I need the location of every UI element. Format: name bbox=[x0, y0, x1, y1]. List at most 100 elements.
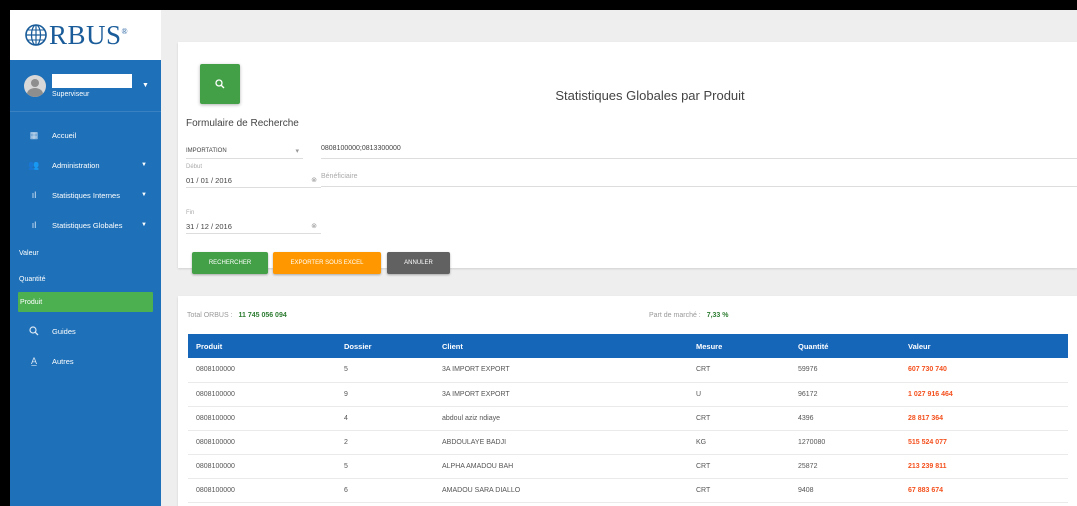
cell-valeur: 515 524 077 bbox=[900, 430, 1068, 455]
date-fin-field[interactable]: Fin 31 / 12 / 2016 ⊗ bbox=[186, 210, 321, 234]
cell-produit: 0808100000 bbox=[188, 406, 336, 431]
logo-registered-mark: ® bbox=[121, 26, 129, 36]
caret-down-icon[interactable]: ▼ bbox=[142, 82, 149, 89]
exporter-excel-button[interactable]: EXPORTER SOUS EXCEL bbox=[273, 252, 381, 274]
cell-dossier: 6 bbox=[336, 478, 434, 503]
cell-client: ABDOULAYE BADJI bbox=[434, 430, 688, 455]
cell-produit: 0808100000 bbox=[188, 478, 336, 503]
bar-chart-icon: ıl bbox=[31, 220, 37, 230]
sidebar-item-statistiques-internes[interactable]: ıl Statistiques Internes ▼ bbox=[10, 180, 161, 210]
cell-valeur: 67 883 674 bbox=[900, 478, 1068, 503]
date-fin-value: 31 / 12 / 2016 bbox=[186, 222, 232, 231]
caret-down-icon: ▼ bbox=[141, 222, 147, 228]
sidebar: RBUS® Superviseur ▼ ▦ Accueil 👥 Administ… bbox=[10, 10, 161, 506]
column-header-client[interactable]: Client bbox=[434, 334, 688, 358]
cell-mesure: CRT bbox=[688, 478, 790, 503]
sidebar-item-accueil[interactable]: ▦ Accueil bbox=[10, 120, 161, 150]
cell-client: AMADOU SARA DIALLO bbox=[434, 478, 688, 503]
cell-dossier: 5 bbox=[336, 454, 434, 479]
user-role: Superviseur bbox=[52, 90, 90, 98]
column-header-produit[interactable]: Produit bbox=[188, 334, 336, 358]
type-select[interactable]: IMPORTATION ▾ bbox=[186, 144, 303, 159]
table-row[interactable]: 0808100000 6 AMADOU SARA DIALLO CRT 9408… bbox=[188, 478, 1068, 503]
results-card: Total ORBUS : 11 745 056 094 Part de mar… bbox=[178, 296, 1077, 506]
beneficiaire-input[interactable]: Bénéficiaire bbox=[321, 170, 1077, 187]
column-header-valeur[interactable]: Valeur bbox=[900, 334, 1068, 358]
date-debut-label: Début bbox=[186, 164, 203, 170]
cell-produit: 0808100000 bbox=[188, 454, 336, 479]
users-icon: 👥 bbox=[28, 159, 40, 170]
cell-client: ALPHA AMADOU BAH bbox=[434, 454, 688, 479]
cell-dossier: 2 bbox=[336, 430, 434, 455]
sidebar-subitem-quantite[interactable]: Quantité bbox=[10, 266, 161, 292]
cell-valeur: 28 817 364 bbox=[900, 406, 1068, 431]
text-format-icon: A̲ bbox=[30, 356, 37, 366]
caret-down-icon: ▾ bbox=[295, 148, 299, 155]
date-fin-label: Fin bbox=[186, 210, 195, 216]
cell-dossier: 5 bbox=[336, 358, 434, 383]
bar-chart-icon: ıl bbox=[31, 190, 37, 200]
results-table: Produit Dossier Client Mesure Quantité V… bbox=[188, 334, 1068, 503]
sidebar-item-statistiques-globales[interactable]: ıl Statistiques Globales ▼ bbox=[10, 210, 161, 240]
table-row[interactable]: 0808100000 2 ABDOULAYE BADJI KG 1270080 … bbox=[188, 430, 1068, 455]
logo-text: RBUS® bbox=[49, 19, 129, 50]
cell-valeur: 607 730 740 bbox=[900, 358, 1068, 383]
beneficiaire-placeholder: Bénéficiaire bbox=[321, 173, 358, 180]
cell-valeur: 213 239 811 bbox=[900, 454, 1068, 479]
search-icon bbox=[27, 326, 41, 336]
cell-produit: 0808100000 bbox=[188, 430, 336, 455]
cell-mesure: CRT bbox=[688, 454, 790, 479]
caret-down-icon: ▼ bbox=[141, 192, 147, 198]
sidebar-item-administration[interactable]: 👥 Administration ▼ bbox=[10, 150, 161, 180]
sidebar-subitem-valeur[interactable]: Valeur bbox=[10, 240, 161, 266]
table-row[interactable]: 0808100000 9 3A IMPORT EXPORT U 96172 1 … bbox=[188, 382, 1068, 407]
sidebar-item-autres[interactable]: A̲ Autres bbox=[10, 346, 161, 376]
cell-mesure: CRT bbox=[688, 406, 790, 431]
avatar bbox=[24, 74, 46, 97]
user-name-redacted bbox=[52, 73, 132, 88]
form-title: Formulaire de Recherche bbox=[186, 118, 299, 129]
total-orbus-value: 11 745 056 094 bbox=[238, 312, 287, 319]
part-de-marche-value: 7,33 % bbox=[706, 312, 729, 319]
cell-mesure: KG bbox=[688, 430, 790, 455]
table-row[interactable]: 0808100000 5 ALPHA AMADOU BAH CRT 25872 … bbox=[188, 454, 1068, 479]
total-orbus: Total ORBUS : 11 745 056 094 bbox=[187, 312, 287, 319]
produit-input-value: 0808100000;0813300000 bbox=[321, 145, 401, 152]
cell-quantite: 9408 bbox=[790, 478, 900, 503]
table-header-row: Produit Dossier Client Mesure Quantité V… bbox=[188, 334, 1068, 358]
cell-quantite: 4396 bbox=[790, 406, 900, 431]
cell-produit: 0808100000 bbox=[188, 382, 336, 407]
sidebar-subitem-produit[interactable]: Produit bbox=[18, 292, 153, 312]
rechercher-button[interactable]: RECHERCHER bbox=[192, 252, 268, 274]
page-title: Statistiques Globales par Produit bbox=[555, 88, 745, 103]
cell-quantite: 1270080 bbox=[790, 430, 900, 455]
column-header-quantite[interactable]: Quantité bbox=[790, 334, 900, 358]
cell-produit: 0808100000 bbox=[188, 358, 336, 383]
table-row[interactable]: 0808100000 5 3A IMPORT EXPORT CRT 59976 … bbox=[188, 358, 1068, 383]
annuler-button[interactable]: ANNULER bbox=[387, 252, 450, 274]
cell-dossier: 4 bbox=[336, 406, 434, 431]
produit-input[interactable]: 0808100000;0813300000 bbox=[321, 144, 1077, 159]
cell-dossier: 9 bbox=[336, 382, 434, 407]
globe-icon bbox=[25, 24, 47, 46]
dashboard-icon: ▦ bbox=[29, 129, 39, 140]
table-row[interactable]: 0808100000 4 abdoul aziz ndiaye CRT 4396… bbox=[188, 406, 1068, 431]
cell-client: 3A IMPORT EXPORT bbox=[434, 382, 688, 407]
sidebar-item-guides[interactable]: Guides bbox=[10, 316, 161, 346]
column-header-dossier[interactable]: Dossier bbox=[336, 334, 434, 358]
cell-quantite: 96172 bbox=[790, 382, 900, 407]
cell-quantite: 59976 bbox=[790, 358, 900, 383]
clear-icon[interactable]: ⊗ bbox=[311, 222, 317, 230]
cell-client: 3A IMPORT EXPORT bbox=[434, 358, 688, 383]
logo[interactable]: RBUS® bbox=[10, 10, 161, 60]
user-menu[interactable]: Superviseur ▼ bbox=[10, 60, 161, 112]
column-header-mesure[interactable]: Mesure bbox=[688, 334, 790, 358]
date-debut-value: 01 / 01 / 2016 bbox=[186, 176, 232, 185]
part-de-marche: Part de marché : 7,33 % bbox=[649, 312, 729, 319]
cell-quantite: 25872 bbox=[790, 454, 900, 479]
date-debut-field[interactable]: Début 01 / 01 / 2016 ⊗ bbox=[186, 164, 321, 188]
clear-icon[interactable]: ⊗ bbox=[311, 176, 317, 184]
cell-client: abdoul aziz ndiaye bbox=[434, 406, 688, 431]
search-form-card: Statistiques Globales par Produit Formul… bbox=[178, 42, 1077, 274]
cell-mesure: CRT bbox=[688, 358, 790, 383]
